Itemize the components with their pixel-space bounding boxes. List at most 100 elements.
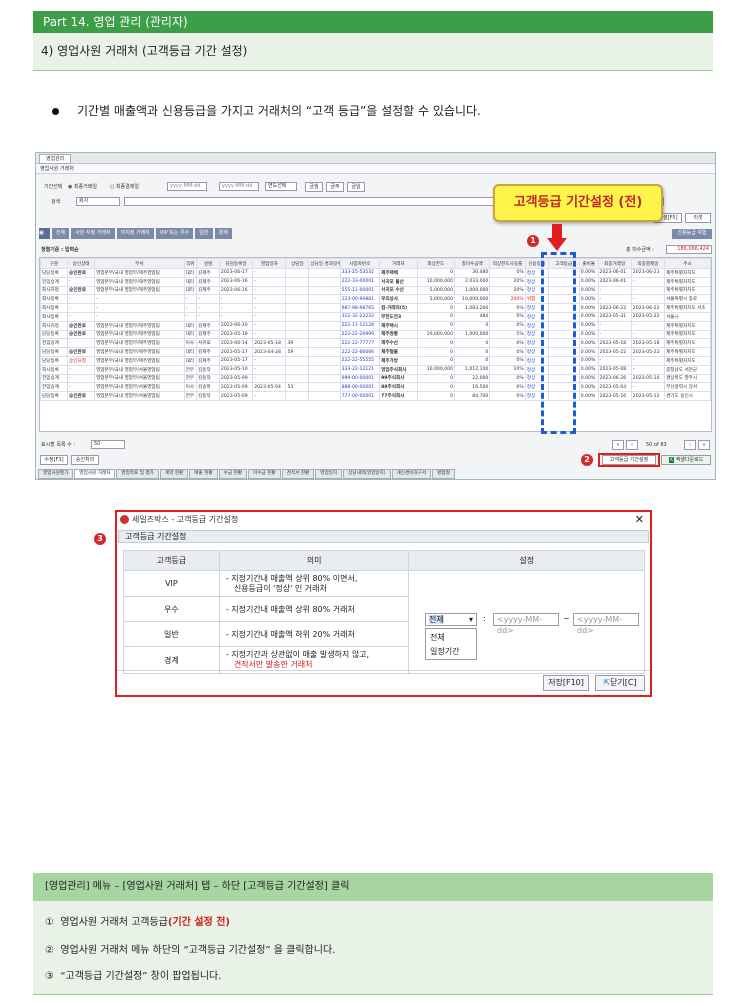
bottom-tab[interactable]: 매출 현황	[189, 469, 218, 479]
grid-cell: 제주특별자치도	[664, 268, 711, 278]
table-row[interactable]: 전임승계 - 영업본부/국내 영업부/서울영업팀 이사 김송파 2023-05-09 202…	[39, 382, 711, 393]
dialog-close-icon[interactable]: ✕	[635, 513, 644, 526]
filter-normal[interactable]: 일반	[195, 228, 213, 239]
page-rows-select[interactable]: 50	[91, 440, 125, 449]
grid-cell: 경기도 용인시	[664, 391, 711, 401]
grid-header[interactable]: 외상한도사용률	[489, 258, 526, 269]
filter-assigned[interactable]: 사원 지정 거래처	[71, 228, 115, 239]
table-row[interactable]: 회사등록 - - - - - -123-00-99881 우리상사 5,000,000 10,00…	[39, 294, 711, 305]
bottom-tab[interactable]: 개인경비처구서	[391, 469, 432, 479]
grid-header[interactable]: 상담일 경과일수	[308, 258, 341, 269]
table-row[interactable]: 담당등록 승인완료 영업본부/국내 영업부/제주영업팀 대리 김제주 2023-06-17…	[39, 268, 711, 278]
bottom-tab[interactable]: 영업사원 거래처	[74, 469, 116, 479]
reset-button[interactable]: 리셋	[685, 213, 711, 223]
table-row[interactable]: 회사지정 승인완료 영업본부/국내 영업부/제주영업팀 대리 김제주 2023-06-20…	[39, 320, 711, 331]
grid-cell: 777-00-00001	[339, 391, 381, 401]
table-row[interactable]: 담당등록 승인요청 영업본부/국내 영업부/제주영업팀 대리 김제주 2023-05-17…	[39, 355, 711, 366]
arrow-head-icon	[547, 238, 567, 251]
table-row[interactable]: 회사등록 - - - - - -312-32-23232 무한도전3 0 484 0% 정상 0.00%…	[39, 311, 711, 322]
search-label: 검색	[51, 199, 61, 205]
grid-header[interactable]: 출비율	[578, 258, 599, 269]
btn-week[interactable]: 금주	[326, 182, 344, 192]
grid-cell: 2023-05-18	[597, 338, 632, 349]
bottom-tab[interactable]: 계약 현황	[159, 469, 189, 479]
table-row[interactable]: 회사지정 승인완료 영업본부/국내 영업부/제주영업팀 대리 김제주 2023-06-16…	[39, 285, 711, 296]
last-page-button[interactable]: »	[698, 440, 710, 450]
grid-header[interactable]: 상담일	[285, 258, 310, 269]
grid-header[interactable]: 거래처	[379, 258, 418, 269]
grid-header[interactable]: 성명	[196, 258, 220, 269]
bottom-tab[interactable]: 상담내역(영업일지)	[343, 469, 391, 479]
close-button[interactable]: ⇱닫기[C]	[595, 675, 645, 691]
filter-all[interactable]: 전체	[52, 228, 70, 239]
date-to-input[interactable]: yyyy-MM-dd	[219, 182, 259, 191]
table-row[interactable]: 전임승계 - 영업본부/국내 영업부/제주영업팀 대리 김제주 2023-06-16-22…	[39, 276, 711, 287]
tab-sales[interactable]: 영업관리	[39, 154, 72, 164]
bullet-dot-icon	[52, 108, 59, 115]
first-page-button[interactable]: «	[612, 440, 624, 450]
grid-cell: 승인요청	[67, 355, 96, 366]
bottom-tab[interactable]: 명함철	[432, 469, 455, 479]
filter-vip[interactable]: VIP 또는 우수	[155, 228, 194, 239]
filter-warn[interactable]: 경계	[214, 228, 232, 239]
grid-cell: 2023-05-12	[630, 391, 666, 401]
option-period[interactable]: 일정기간	[426, 643, 476, 657]
grid-cell: 0%	[489, 303, 526, 313]
table-row[interactable]: 전임승계 - 영업본부/국내 영업부/제주영업팀 이사 서귀포 2023-06-14 202…	[39, 338, 711, 349]
grid-cell: 영업본부/국내 영업부/제주영업팀	[94, 347, 185, 357]
grid-header[interactable]: 영업일자	[252, 258, 287, 269]
btn-month[interactable]: 금월	[305, 182, 323, 192]
bottom-tab[interactable]: 영업일지	[315, 469, 343, 479]
grid-cell: 영업본부/국내 영업부/제주영업팀	[94, 329, 185, 340]
grid-header[interactable]: 담당등록일	[218, 258, 254, 269]
grid-header[interactable]: 구분	[39, 258, 69, 269]
bottom-tab[interactable]: 견적서 현황	[281, 469, 315, 479]
credit-risk-button[interactable]: 신용등급 위험	[672, 229, 712, 239]
table-row[interactable]: 담당등록 승인완료 영업본부/국내 영업부/서울영업팀 전무 김동작 2023-05-09…	[39, 391, 711, 401]
grid-header[interactable]: 직위	[183, 258, 198, 269]
grid-cell: 영업본부/국내 영업부/제주영업팀	[94, 268, 185, 278]
date-from-input[interactable]: yyyy-MM-dd	[167, 182, 207, 191]
table-row[interactable]: 회사등록 - - - - - -987-98-98765 컴·거래처(5) 0 1,083,200…	[39, 303, 711, 313]
filter-icon[interactable]: ▣	[39, 228, 50, 239]
grid-header[interactable]: 최종결제일	[630, 258, 666, 269]
year-select[interactable]: 연도선택	[265, 182, 297, 191]
btn-today[interactable]: 금일	[347, 182, 365, 192]
excel-download-button[interactable]: X 엑셀다운로드	[661, 455, 711, 465]
grid-cell: 김제주	[196, 320, 220, 331]
table-row[interactable]: 전임승계 - 영업본부/국내 영업부/서울영업팀 전무 김동작 2023-05-09-99…	[39, 373, 711, 384]
bottom-tab[interactable]: 영업사원평가	[38, 469, 74, 479]
radio-last-trade[interactable]: ◉ 최종거래일	[68, 183, 97, 191]
grid-header[interactable]: 최종거래일	[597, 258, 632, 269]
grid-header[interactable]: 부서	[94, 258, 185, 269]
approve-button[interactable]: 승인처리	[71, 455, 99, 465]
bottom-tab[interactable]: 수금 현황	[218, 469, 248, 479]
bottom-tab[interactable]: 미수금 현황	[248, 469, 281, 479]
dialog-date-to[interactable]: <yyyy-MM-dd>	[573, 613, 639, 635]
grid-cell	[308, 338, 341, 349]
bottom-tab[interactable]: 영업목표 및 평가	[116, 469, 159, 479]
edit-f3-button[interactable]: 수정[F3]	[40, 455, 68, 465]
grid-cell: 123-00-99881	[339, 294, 381, 305]
radio-last-pay[interactable]: ○ 최종결제일	[110, 183, 139, 191]
grid-header[interactable]: 총미수금액	[453, 258, 491, 269]
dialog-titlebar: 세일즈박스 - 고객등급 기간설정	[117, 512, 650, 528]
grid-cell: 2023-05-22	[630, 311, 666, 322]
search-select[interactable]: 회사	[76, 197, 120, 206]
filter-unassigned[interactable]: 미지정 거래처	[116, 228, 154, 239]
table-row[interactable]: 회사등록 - 영업본부/국내 영업부/서울영업팀 전무 김동작 2023-05-10-33…	[39, 364, 711, 375]
grid-header[interactable]: 주소	[664, 258, 711, 269]
save-button[interactable]: 저장[F10]	[543, 675, 589, 691]
dialog-date-from[interactable]: <yyyy-MM-dd>	[493, 613, 559, 635]
grade-mode-select[interactable]: 전체 ▾	[425, 613, 477, 626]
table-row[interactable]: 담당등록 승인완료 영업본부/국내 영업부/제주영업팀 대리 김제주 2023-05-17…	[39, 347, 711, 357]
grid-cell: -	[67, 294, 96, 305]
grid-cell: 회사지정	[39, 285, 69, 296]
grid-header[interactable]: 사업자번호	[339, 258, 381, 269]
prev-page-button[interactable]: ‹	[626, 440, 638, 450]
table-row[interactable]: 담당등록 승인완료 영업본부/국내 영업부/제주영업팀 대리 김제주 2023-05-19…	[39, 329, 711, 340]
grid-header[interactable]: 외상한도	[416, 258, 456, 269]
next-page-button[interactable]: ›	[684, 440, 696, 450]
grid-header[interactable]: 승인상태	[67, 258, 96, 269]
option-all[interactable]: 전체	[426, 629, 476, 643]
